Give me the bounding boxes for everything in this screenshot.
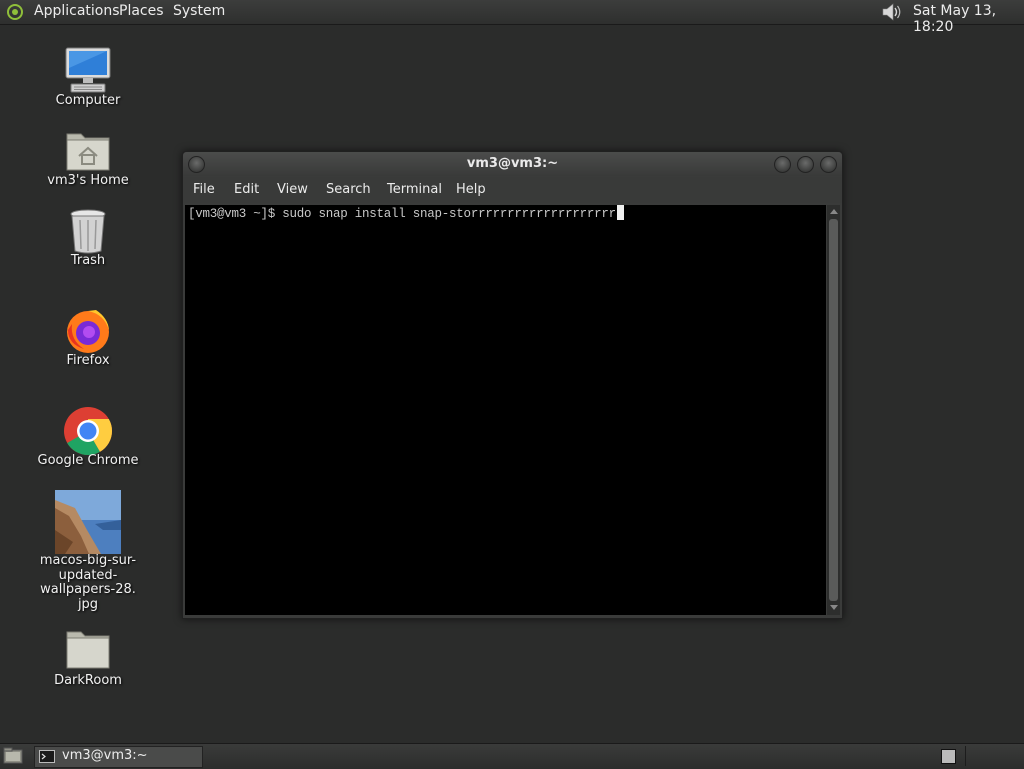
desktop-icon-label: vm3's Home xyxy=(47,173,129,188)
desktop-icon-label-line: macos-big-sur- xyxy=(39,553,137,568)
bottom-panel: vm3@vm3:~ xyxy=(0,743,1024,769)
terminal-scrollbar[interactable] xyxy=(827,205,840,615)
distro-logo-icon[interactable] xyxy=(5,3,25,21)
menu-terminal[interactable]: Terminal xyxy=(387,182,442,197)
home-folder-icon xyxy=(66,133,110,171)
command-line: [vm3@vm3 ~]$ sudo snap install snap-stor… xyxy=(188,205,624,221)
desktop-icon-label-line: updated-wallpapers-28. xyxy=(40,567,136,597)
firefox-icon xyxy=(67,310,109,353)
folder-icon xyxy=(66,631,110,669)
system-menu[interactable]: System xyxy=(173,3,225,19)
taskbar-button-label: vm3@vm3:~ xyxy=(62,748,148,763)
desktop-icon-label-line: jpg xyxy=(77,596,99,612)
menu-file[interactable]: File xyxy=(193,182,215,197)
clock[interactable]: Sat May 13, 18:20 xyxy=(913,3,1024,35)
menu-help[interactable]: Help xyxy=(456,182,486,197)
shell-prompt: [vm3@vm3 ~]$ xyxy=(188,207,283,221)
desktop-icon-label: Firefox xyxy=(66,353,110,368)
applications-menu[interactable]: Applications xyxy=(34,3,120,19)
terminal-menubar: File Edit View Search Terminal Help xyxy=(183,177,842,203)
typed-command: sudo snap install snap-storrrrrrrrrrrrrr… xyxy=(282,207,616,221)
menu-search[interactable]: Search xyxy=(326,182,371,197)
workspace-switcher-2[interactable] xyxy=(965,746,1022,766)
close-button[interactable] xyxy=(820,156,837,173)
scrollbar-thumb[interactable] xyxy=(829,219,838,601)
terminal-output[interactable]: [vm3@vm3 ~]$ sudo snap install snap-stor… xyxy=(185,205,826,615)
menu-view[interactable]: View xyxy=(277,182,308,197)
desktop-icon-label: Google Chrome xyxy=(37,453,139,468)
window-titlebar[interactable]: vm3@vm3:~ xyxy=(183,152,842,176)
computer-icon xyxy=(65,47,111,93)
window-title: vm3@vm3:~ xyxy=(466,156,559,171)
workspace-switcher-1[interactable] xyxy=(941,749,956,764)
menu-edit[interactable]: Edit xyxy=(234,182,259,197)
desktop-icon-label: DarkRoom xyxy=(54,673,122,688)
places-menu[interactable]: Places xyxy=(119,3,164,19)
maximize-button[interactable] xyxy=(797,156,814,173)
desktop-icon-label: macos-big-sur- updated-wallpapers-28. jp… xyxy=(33,553,143,612)
image-file-icon xyxy=(55,490,121,554)
scroll-down-icon[interactable] xyxy=(830,605,838,610)
taskbar-button-terminal[interactable]: vm3@vm3:~ xyxy=(34,746,203,768)
show-desktop-icon[interactable] xyxy=(3,747,23,765)
desktop-icon-label: Trash xyxy=(70,253,106,268)
desktop-icon-label: Computer xyxy=(55,93,121,108)
terminal-icon xyxy=(39,750,55,763)
terminal-window[interactable]: vm3@vm3:~ File Edit View Search Terminal… xyxy=(182,151,843,619)
chrome-icon xyxy=(64,407,113,456)
text-cursor xyxy=(616,205,624,220)
minimize-button[interactable] xyxy=(774,156,791,173)
top-panel: Applications Places System Sat May 13, 1… xyxy=(0,0,1024,35)
trash-icon xyxy=(70,209,106,254)
volume-icon[interactable] xyxy=(880,2,902,22)
scroll-up-icon[interactable] xyxy=(830,209,838,214)
